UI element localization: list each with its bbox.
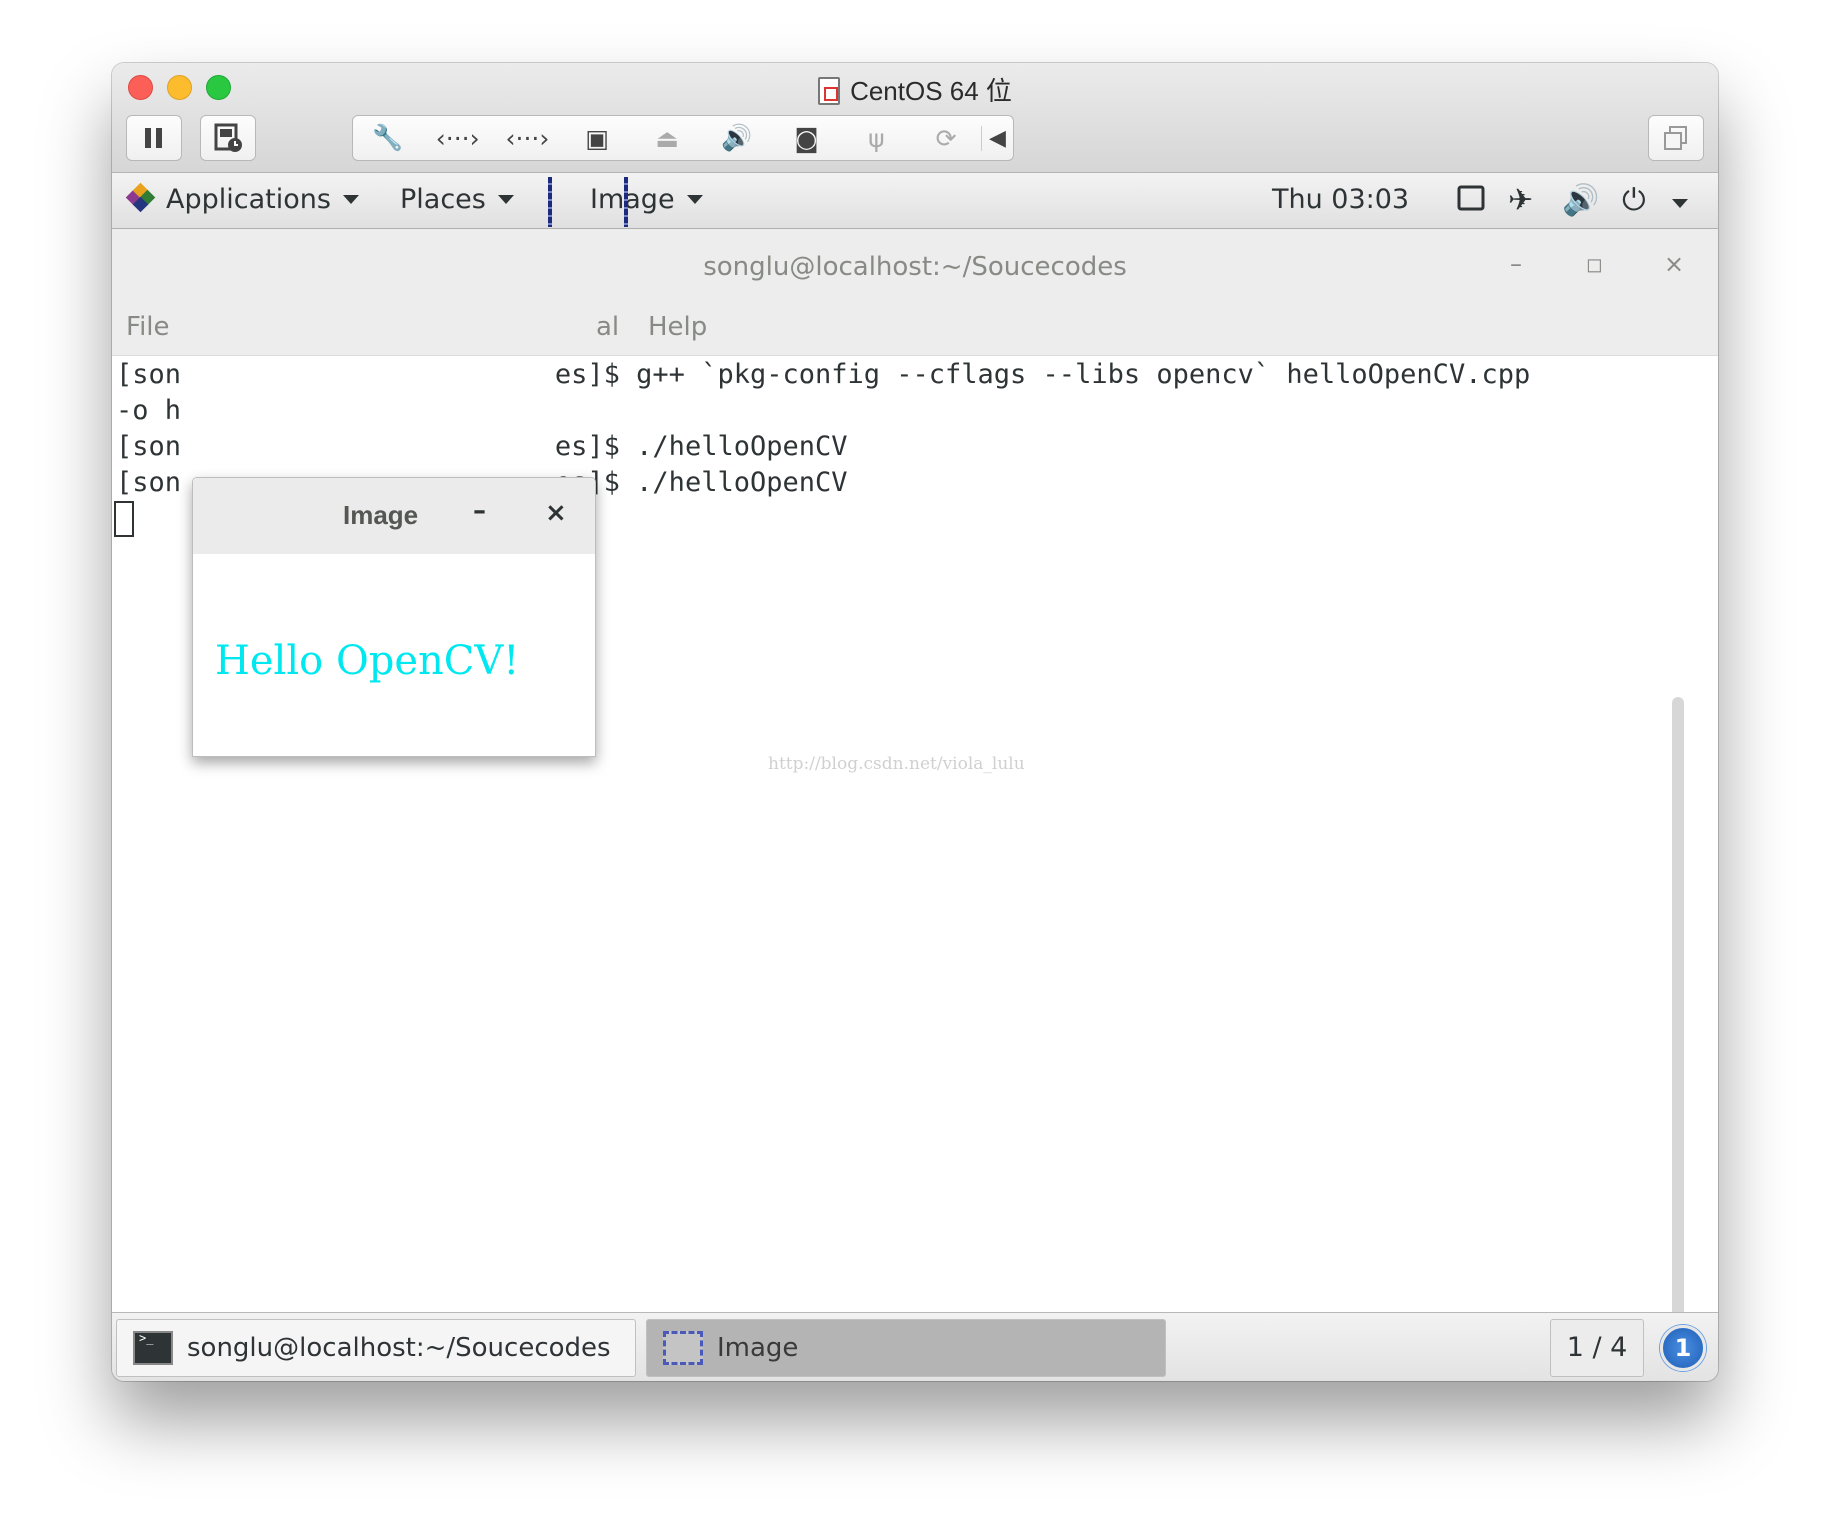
terminal-close-icon[interactable]: × [1664, 250, 1684, 278]
usb-icon[interactable]: ψ [841, 124, 911, 153]
terminal-titlebar: songlu@localhost:~/Soucecodes – ◻ × [112, 230, 1718, 300]
dropdown-arrow-icon [342, 195, 359, 204]
image-window: Image – × Hello OpenCV! [192, 477, 596, 757]
snapshot-button[interactable] [200, 115, 256, 161]
harddisk-icon[interactable]: ▣ [562, 124, 632, 153]
system-menu-arrow-icon[interactable] [1672, 185, 1688, 220]
window-overview-icon[interactable] [1456, 183, 1486, 221]
collapse-arrow-icon[interactable]: ◀ [981, 125, 1013, 151]
taskbar-item-image[interactable]: Image [646, 1319, 1166, 1377]
vm-window-title-text: CentOS 64 位 [850, 76, 1012, 106]
volume-icon[interactable]: 🔊 [1562, 183, 1599, 218]
vm-window: CentOS 64 位 🔧 ‹···› ‹···› ▣ ⏏ 🔊 ◙ ψ ⟳ ◀ [112, 63, 1718, 1381]
panel-separator [624, 177, 628, 227]
vm-device-toolbar: 🔧 ‹···› ‹···› ▣ ⏏ 🔊 ◙ ψ ⟳ ◀ [352, 115, 1014, 161]
menu-terminal[interactable]: al [596, 312, 619, 342]
watermark: http://blog.csdn.net/viola_lulu [768, 754, 1025, 774]
menu-file[interactable]: File [126, 312, 170, 342]
network-icon[interactable]: ‹···› [423, 124, 493, 153]
image-window-titlebar[interactable]: Image – × [193, 478, 595, 554]
gnome-foot-icon [125, 182, 156, 213]
hello-opencv-text: Hello OpenCV! [215, 638, 520, 684]
wrench-icon[interactable]: 🔧 [353, 123, 423, 153]
terminal-window: songlu@localhost:~/Soucecodes – ◻ × File… [112, 230, 1718, 1381]
dropdown-arrow-icon [497, 195, 514, 204]
terminal-maximize-icon[interactable]: ◻ [1586, 252, 1603, 276]
restore-window-button[interactable] [1648, 115, 1704, 161]
camera-icon[interactable]: ◙ [772, 124, 842, 153]
volume-icon[interactable]: 🔊 [702, 123, 772, 153]
panel-separator [548, 177, 552, 227]
vm-titlebar: CentOS 64 位 🔧 ‹···› ‹···› ▣ ⏏ 🔊 ◙ ψ ⟳ ◀ [112, 63, 1718, 173]
terminal-minimize-icon[interactable]: – [1510, 250, 1522, 278]
applications-label: Applications [166, 184, 331, 215]
places-menu[interactable]: Places [400, 184, 514, 215]
airplane-mode-icon[interactable]: ✈ [1508, 183, 1533, 218]
terminal-line: -o h [116, 395, 182, 426]
dropdown-arrow-icon [686, 195, 703, 204]
pause-button[interactable] [126, 115, 182, 161]
vm-document-icon [818, 77, 841, 105]
taskbar-item-label: Image [717, 1333, 799, 1363]
places-label: Places [400, 184, 486, 215]
bottom-taskbar: songlu@localhost:~/Soucecodes Image 1 / … [112, 1312, 1718, 1381]
workspace-indicator[interactable]: 1 / 4 [1550, 1319, 1644, 1377]
active-app-menu[interactable]: Image [590, 184, 703, 215]
image-window-title: Image [343, 500, 419, 530]
image-window-minimize-icon[interactable]: – [473, 496, 486, 526]
sync-icon[interactable]: ⟳ [911, 124, 981, 153]
restore-window-icon [1664, 126, 1687, 150]
cdrom-icon[interactable]: ⏏ [632, 124, 702, 153]
vm-window-title: CentOS 64 位 [112, 71, 1718, 108]
terminal-cursor [114, 501, 134, 537]
pause-icon [145, 128, 162, 148]
terminal-title: songlu@localhost:~/Soucecodes [703, 252, 1127, 282]
gnome-top-panel: Applications Places Image Thu 03:03 ✈ 🔊 … [112, 173, 1718, 229]
active-app-label: Image [590, 184, 675, 215]
menu-help[interactable]: Help [648, 312, 707, 342]
terminal-scrollbar[interactable] [1672, 697, 1684, 1381]
notification-badge[interactable]: 1 [1660, 1325, 1706, 1371]
terminal-line: [son es]$ g++ `pkg-config --cflags --lib… [116, 359, 1531, 390]
taskbar-item-label: songlu@localhost:~/Soucecodes [187, 1333, 611, 1363]
image-window-close-icon[interactable]: × [545, 498, 567, 528]
terminal-line: [son es]$ ./helloOpenCV [116, 431, 848, 462]
taskbar-item-terminal[interactable]: songlu@localhost:~/Soucecodes [116, 1319, 636, 1377]
terminal-icon [133, 1331, 173, 1365]
snapshot-icon [214, 123, 242, 152]
terminal-menubar: File al Help [112, 300, 1718, 356]
clock[interactable]: Thu 03:03 [1272, 184, 1409, 215]
network-icon[interactable]: ‹···› [493, 124, 563, 153]
power-icon[interactable]: ⏻ [1622, 183, 1646, 218]
applications-menu[interactable]: Applications [125, 182, 359, 215]
image-window-icon [663, 1331, 703, 1365]
